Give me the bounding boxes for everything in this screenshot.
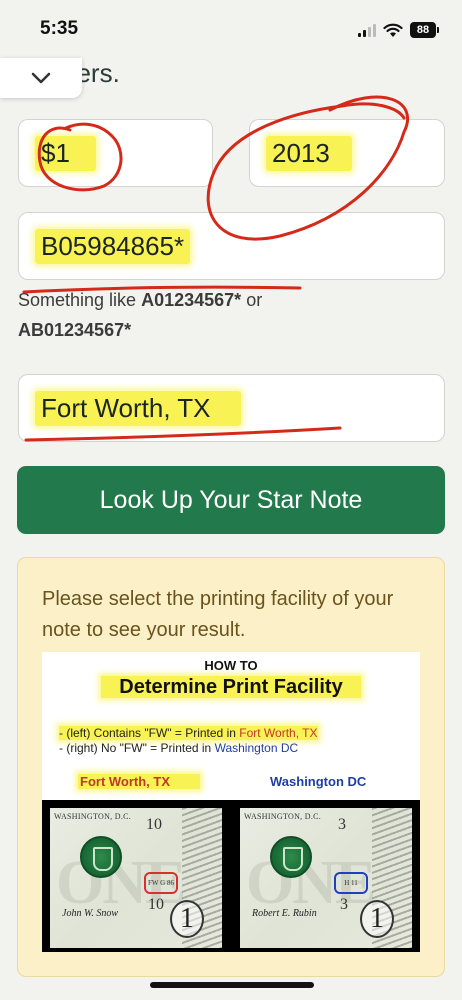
- left-bill-issuer: WASHINGTON, D.C.: [54, 812, 132, 821]
- right-bill-issuer: WASHINGTON, D.C.: [244, 812, 322, 821]
- serial-number-value: B05984865*: [35, 228, 191, 264]
- status-time: 5:35: [40, 18, 79, 39]
- hint-or: or: [246, 290, 263, 310]
- chevron-down-icon: [31, 72, 51, 84]
- hint-example-1: A01234567*: [141, 290, 242, 310]
- left-bill-top-number: 10: [146, 816, 162, 833]
- hint-prefix: Something like: [18, 290, 137, 310]
- denomination-select[interactable]: $1: [18, 119, 213, 187]
- status-icons: 88: [358, 20, 439, 40]
- collapse-toggle-button[interactable]: [0, 58, 82, 98]
- guide-how-to: HOW TO: [204, 658, 258, 673]
- look-up-star-note-button[interactable]: Look Up Your Star Note: [17, 466, 445, 534]
- status-bar: 5:35 88: [0, 0, 462, 62]
- battery-icon: 88: [410, 22, 439, 38]
- printing-facility-value: Fort Worth, TX: [35, 390, 241, 426]
- wifi-icon: [383, 23, 403, 37]
- left-bill-label: Fort Worth, TX: [78, 774, 201, 789]
- left-bill: ONE WASHINGTON, D.C. 10 FW G 86 10 John …: [50, 808, 222, 948]
- treasury-seal-icon: [80, 836, 122, 878]
- guide-title: Determine Print Facility: [42, 676, 420, 699]
- result-message: Please select the printing facility of y…: [42, 588, 394, 641]
- bill-comparison-strip: ONE WASHINGTON, D.C. 10 FW G 86 10 John …: [42, 800, 420, 952]
- denomination-value: $1: [35, 135, 96, 171]
- series-select[interactable]: 2013: [249, 119, 445, 187]
- guide-line-1-place: Fort Worth, TX: [239, 726, 318, 740]
- right-bill-signature: Robert E. Rubin: [252, 908, 317, 919]
- print-facility-guide-image: HOW TO Determine Print Facility - (left)…: [42, 652, 420, 952]
- serial-format-hint: Something like A01234567* or AB01234567*: [18, 285, 438, 345]
- series-value: 2013: [266, 135, 352, 171]
- treasury-seal-icon: [270, 836, 312, 878]
- right-bill: ONE WASHINGTON, D.C. 3 H 11 3 Robert E. …: [240, 808, 412, 948]
- printing-facility-select[interactable]: Fort Worth, TX: [18, 374, 445, 442]
- guide-line-2-prefix: - (right) No "FW" = Printed in: [59, 741, 212, 755]
- cellular-signal-icon: [358, 23, 376, 37]
- guide-line-2: - (right) No "FW" = Printed in Washingto…: [59, 741, 298, 755]
- left-bill-label-text: Fort Worth, TX: [78, 774, 201, 789]
- right-bill-label: Washington DC: [270, 774, 367, 789]
- left-bill-plate-mark: FW G 86: [144, 872, 178, 894]
- right-bill-top-number: 3: [338, 816, 346, 833]
- guide-line-1-highlight: - (left) Contains "FW" = Printed in Fort…: [59, 726, 318, 740]
- left-bill-bottom-number: 10: [148, 896, 164, 913]
- guide-line-1: - (left) Contains "FW" = Printed in Fort…: [59, 726, 318, 740]
- left-bill-signature: John W. Snow: [62, 908, 119, 919]
- hint-example-2: AB01234567*: [18, 320, 132, 340]
- home-indicator[interactable]: [150, 982, 314, 988]
- guide-line-1-prefix: - (left) Contains "FW" = Printed in: [59, 726, 236, 740]
- left-bill-corner-numeral: 1: [170, 900, 204, 938]
- guide-title-text: Determine Print Facility: [101, 676, 361, 698]
- right-bill-bottom-number: 3: [340, 896, 348, 913]
- right-bill-corner-numeral: 1: [360, 900, 394, 938]
- serial-number-input[interactable]: B05984865*: [18, 212, 445, 280]
- guide-line-2-place: Washington DC: [214, 741, 299, 755]
- right-bill-plate-mark: H 11: [334, 872, 368, 894]
